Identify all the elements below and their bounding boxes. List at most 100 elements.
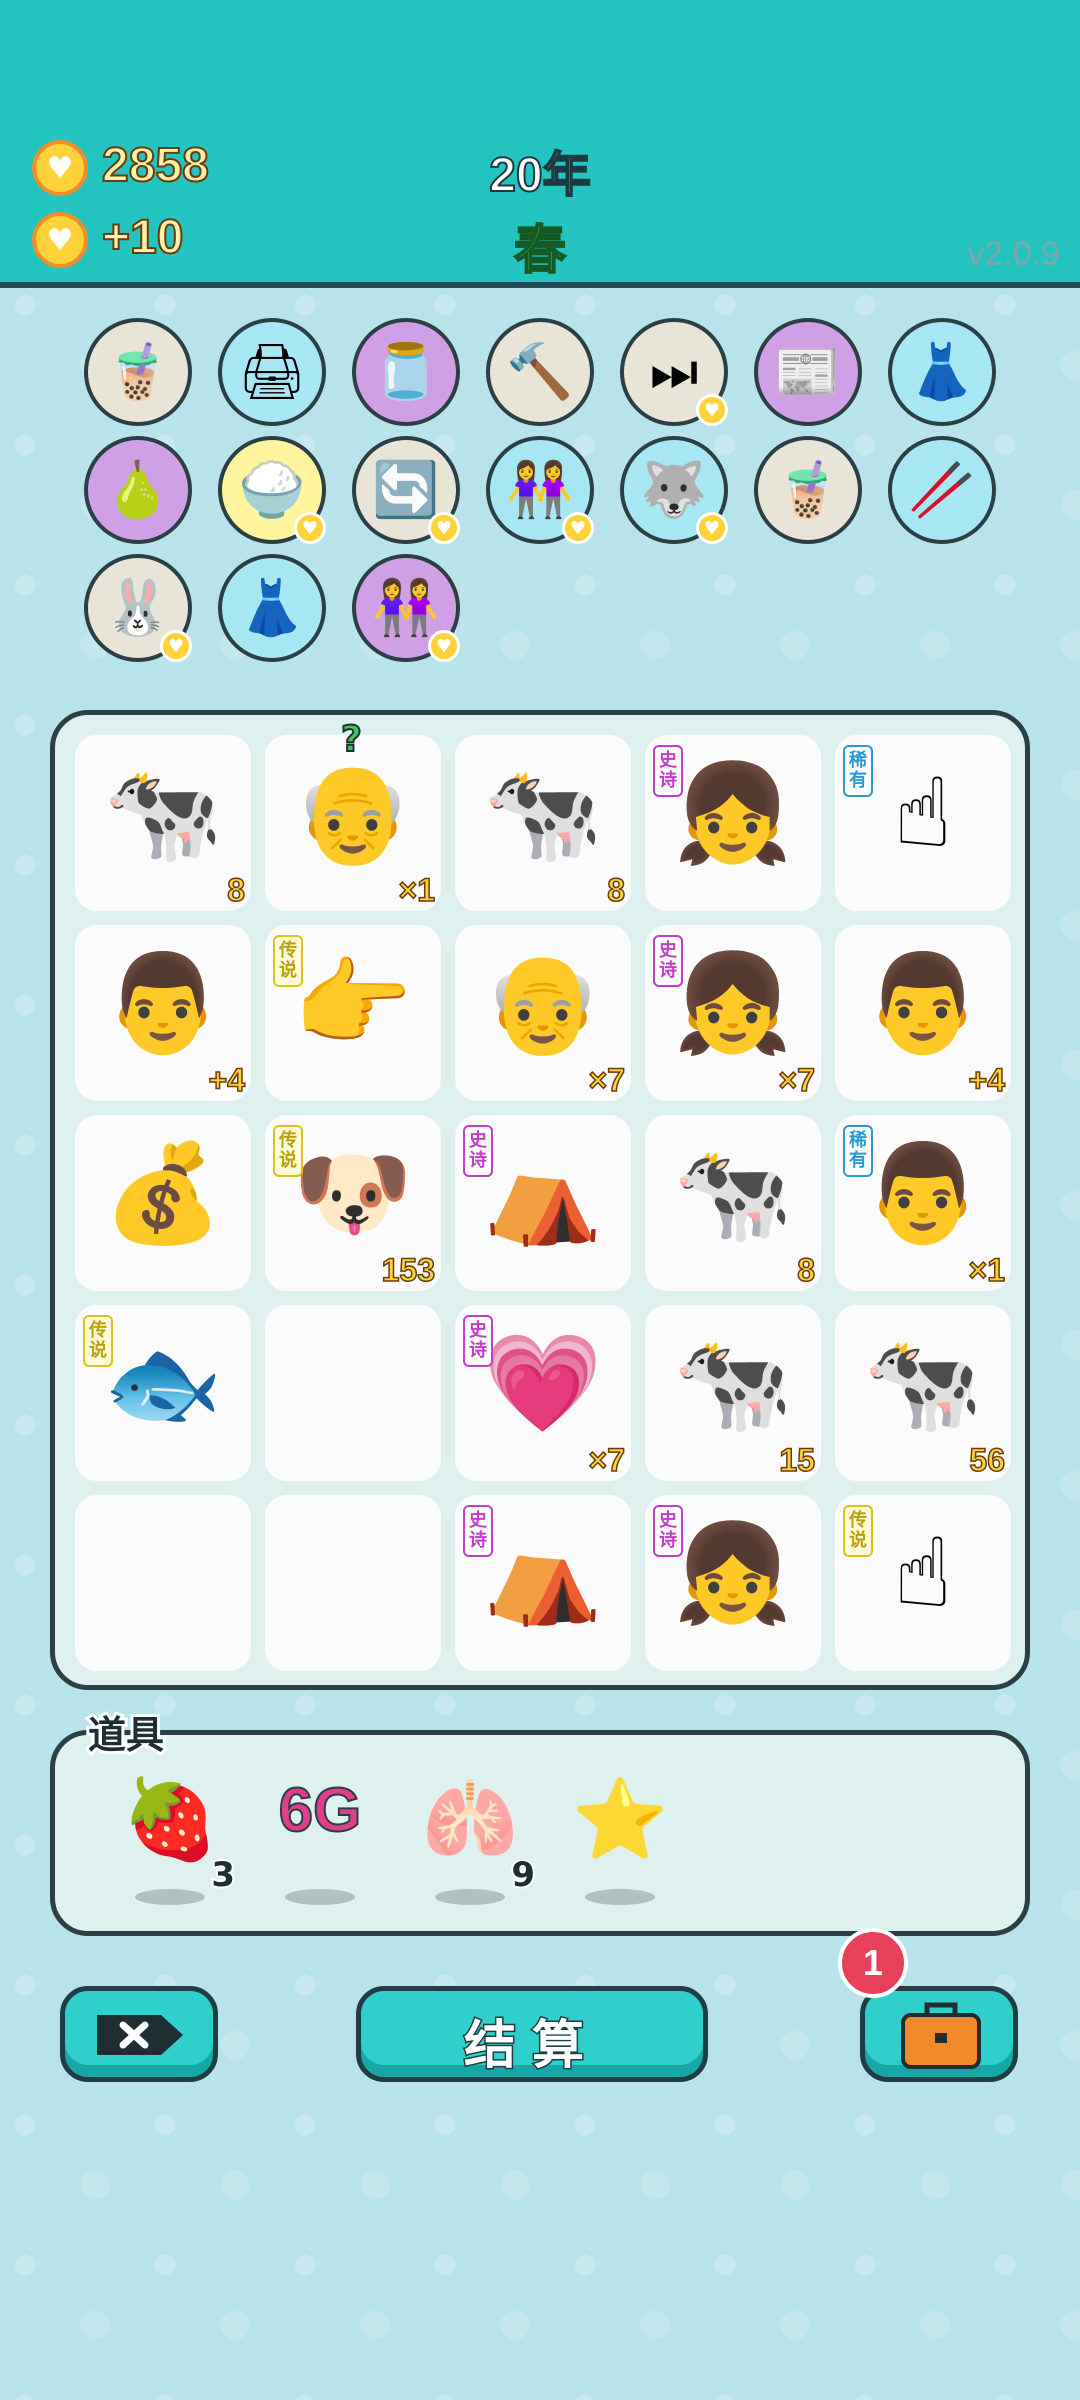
briefcase-icon (901, 2002, 981, 2069)
item-slot[interactable]: 📰 (754, 318, 862, 426)
exit-button[interactable] (60, 1986, 218, 2082)
prop-count: 9 (509, 1853, 537, 1897)
top-bar: ♥ 2858 ♥ +10 20年 春 v2.0.9 (0, 0, 1080, 288)
heart-badge-icon: ♥ (160, 630, 192, 662)
item-slot[interactable]: 🍐 (84, 436, 192, 544)
cell-count: +4 (968, 1061, 1006, 1099)
board-cell[interactable]: 👧 史诗 ×7 (645, 925, 821, 1101)
cow-icon: 🐄 (483, 757, 603, 869)
item-slot[interactable]: 👭 ♥ (352, 554, 460, 662)
board-cell[interactable]: 🐄 15 (645, 1305, 821, 1481)
props-panel: 🍓 3 6G 🫁 9 ⭐ (50, 1730, 1030, 1936)
cow-icon: 🐄 (103, 757, 223, 869)
item-slot[interactable]: 🔨 (486, 318, 594, 426)
old-man-icon: 👴 (483, 947, 603, 1059)
board-cell[interactable]: 🐶 传说 153 (265, 1115, 441, 1291)
coin-pile-icon: 💰 (103, 1137, 223, 1249)
settle-label: 结算 (462, 2015, 600, 2078)
prop-item[interactable]: ⭐ (565, 1775, 685, 1905)
prop-item[interactable]: 🫁 9 (415, 1775, 537, 1905)
item-slot[interactable]: 👭 ♥ (486, 436, 594, 544)
item-slot[interactable]: 👗 (888, 318, 996, 426)
question-mark: ? (340, 718, 363, 761)
prop-item[interactable]: 6G (265, 1775, 385, 1905)
cow-icon: 🐄 (863, 1327, 983, 1439)
item-slot[interactable]: 🧋 (754, 436, 862, 544)
rarity-tag: 传说 (273, 935, 303, 987)
prop-item[interactable]: 🍓 3 (115, 1775, 237, 1905)
item-slot[interactable]: ⏭ ♥ (620, 318, 728, 426)
bubble-tea-icon: 🧋 (104, 340, 172, 403)
board-cell[interactable]: 👴 ×1? (265, 718, 441, 911)
item-slot[interactable]: 🔄 ♥ (352, 436, 460, 544)
prop-shadow (285, 1889, 355, 1905)
board-cell[interactable]: 👨 +4 (75, 925, 251, 1101)
board-cell[interactable] (265, 1495, 441, 1671)
board-cell[interactable]: 👉 传说 (265, 925, 441, 1101)
props-title: 道具 (85, 1710, 167, 1760)
rarity-tag: 稀有 (843, 745, 873, 797)
item-slot[interactable]: 🍚 ♥ (218, 436, 326, 544)
husky-icon: 🐺 (640, 458, 708, 521)
item-slot[interactable]: 🐺 ♥ (620, 436, 728, 544)
item-slot[interactable]: 🖨 (218, 318, 326, 426)
bubble-tea-2-icon: 🧋 (774, 458, 842, 521)
cell-count: ×7 (588, 1441, 626, 1479)
twins-2-icon: 👭 (372, 576, 440, 639)
man-icon: 👨 (103, 947, 223, 1059)
board-cell[interactable]: 👧 史诗 (645, 1495, 821, 1671)
skip-icon: ⏭ (649, 340, 699, 403)
milk-jar-icon: 🫙 (372, 340, 440, 403)
cell-count: 8 (226, 871, 245, 909)
rarity-tag: 史诗 (653, 1505, 683, 1557)
board-cell[interactable]: 🐄 8 (75, 735, 251, 911)
cell-count: ×1 (398, 871, 436, 909)
board-cell[interactable]: ⛺ 史诗 (455, 1495, 631, 1671)
cell-count: 153 (381, 1251, 436, 1289)
cell-count: 8 (796, 1251, 815, 1289)
cow-icon: 🐄 (673, 1137, 793, 1249)
briefcase-button[interactable] (860, 1986, 1018, 2082)
board-cell[interactable]: ⛺ 史诗 (455, 1115, 631, 1291)
cell-count: +4 (208, 1061, 246, 1099)
board-cell[interactable]: 🐄 8 (645, 1115, 821, 1291)
board-cell[interactable]: 👨 +4 (835, 925, 1011, 1101)
cell-count: 8 (606, 871, 625, 909)
board-cell[interactable]: 🐄 56 (835, 1305, 1011, 1481)
board-cell[interactable]: 💰 (75, 1115, 251, 1291)
cell-count: ×7 (588, 1061, 626, 1099)
board-cell[interactable]: 👨 稀有 ×1 (835, 1115, 1011, 1291)
board-cell[interactable]: 👧 史诗 (645, 735, 821, 911)
lychee-icon: 🍓 (121, 1775, 219, 1865)
hammer-icon: 🔨 (506, 340, 574, 403)
liver-icon: 🫁 (421, 1775, 519, 1865)
rarity-tag: 史诗 (463, 1315, 493, 1367)
skirt-2-icon: 👗 (238, 576, 306, 639)
board-cell[interactable]: ☝ 传说 (835, 1495, 1011, 1671)
prop-shadow (585, 1889, 655, 1905)
skirt-icon: 👗 (908, 340, 976, 403)
rarity-tag: 史诗 (463, 1505, 493, 1557)
rice-bowl-icon: 🍚 (238, 458, 306, 521)
board-cell[interactable]: 💗 史诗 ×7 (455, 1305, 631, 1481)
season-label: 春 (513, 220, 567, 282)
heart-badge-icon: ♥ (428, 630, 460, 662)
item-slot[interactable]: 🐰 ♥ (84, 554, 192, 662)
item-slot[interactable]: 👗 (218, 554, 326, 662)
settle-button[interactable]: 结算 (356, 1986, 708, 2082)
star-icon: ⭐ (571, 1775, 669, 1865)
heart-badge-icon: ♥ (562, 512, 594, 544)
item-slot[interactable]: 🫙 (352, 318, 460, 426)
board-cell[interactable] (75, 1495, 251, 1671)
board-cell[interactable]: 🐟 传说 (75, 1305, 251, 1481)
item-slot[interactable]: 🧋 (84, 318, 192, 426)
item-slot[interactable]: 🥢 (888, 436, 996, 544)
board-cell[interactable]: 🐄 8 (455, 735, 631, 911)
cell-count: 56 (969, 1441, 1006, 1479)
close-icon (97, 2015, 183, 2055)
board-cell[interactable]: 👴 ×7 (455, 925, 631, 1101)
board-cell[interactable] (265, 1305, 441, 1481)
heart-badge-icon: ♥ (696, 512, 728, 544)
man-icon: 👨 (863, 947, 983, 1059)
board-cell[interactable]: ☝ 稀有 (835, 735, 1011, 911)
